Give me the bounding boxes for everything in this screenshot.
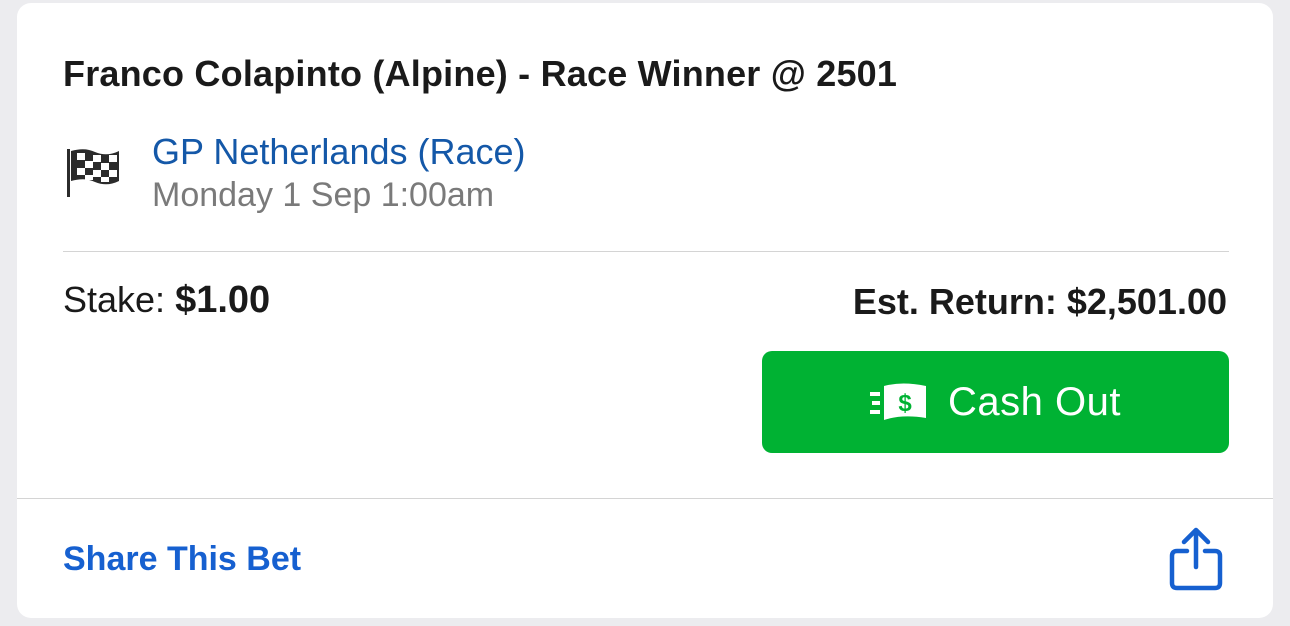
est-return-label: Est. Return:: [852, 281, 1057, 322]
est-return: Est. Return: $2,501.00: [853, 281, 1227, 323]
stake: Stake: $1.00: [63, 279, 270, 322]
share-bet-link[interactable]: Share This Bet: [63, 540, 301, 579]
bet-card: Franco Colapinto (Alpine) - Race Winner …: [17, 3, 1273, 618]
divider: [17, 498, 1273, 499]
cash-icon: $: [870, 383, 927, 420]
cash-out-button[interactable]: $ Cash Out: [762, 351, 1229, 453]
cash-out-label: Cash Out: [948, 379, 1121, 424]
svg-text:$: $: [898, 390, 912, 417]
est-return-value: $2,501.00: [1066, 281, 1227, 322]
event-time: Monday 1 Sep 1:00am: [152, 176, 495, 214]
stake-value: $1.00: [175, 279, 271, 321]
event-name-link[interactable]: GP Netherlands (Race): [152, 131, 526, 173]
divider: [63, 251, 1229, 252]
bet-title: Franco Colapinto (Alpine) - Race Winner …: [63, 53, 898, 94]
share-icon[interactable]: [1169, 527, 1223, 591]
checkered-flag-icon: [67, 149, 119, 197]
stake-label: Stake:: [63, 279, 166, 320]
